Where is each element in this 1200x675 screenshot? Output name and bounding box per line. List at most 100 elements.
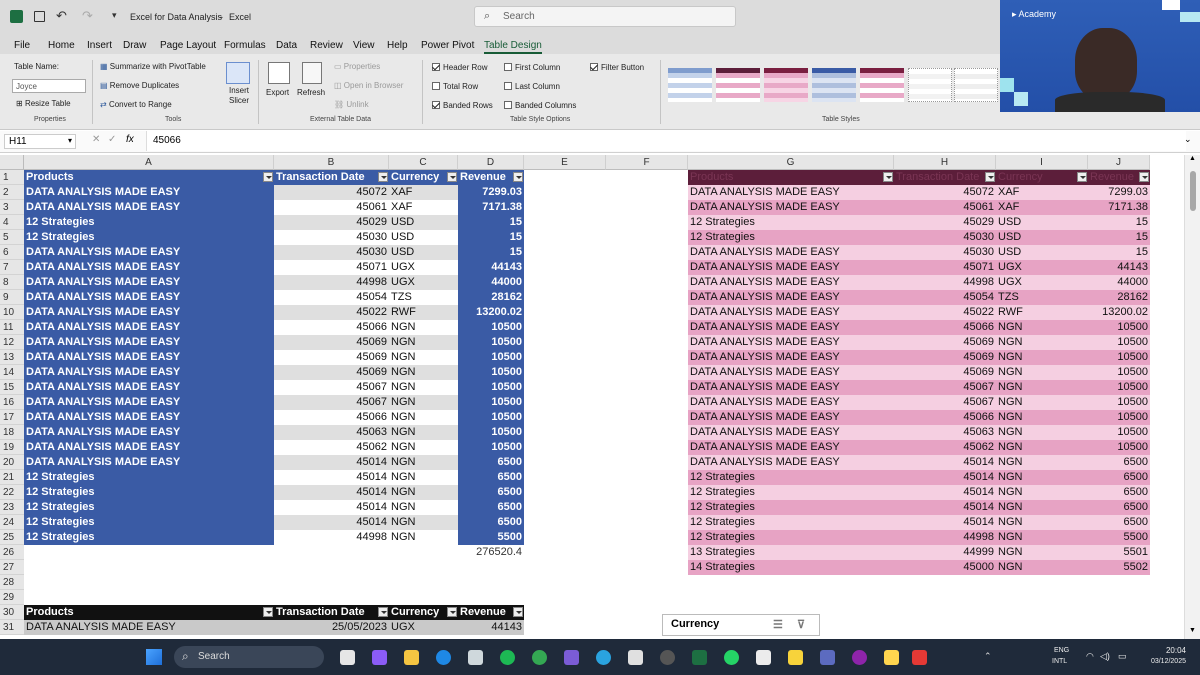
table2-cell[interactable]: DATA ANALYSIS MADE EASY: [688, 425, 894, 440]
table2-cell[interactable]: UGX: [996, 275, 1088, 290]
table2-cell[interactable]: NGN: [996, 335, 1088, 350]
table1-cell[interactable]: NGN: [389, 335, 458, 350]
table2-cell[interactable]: NGN: [996, 425, 1088, 440]
table1-cell[interactable]: 12 Strategies: [24, 530, 274, 545]
table2-cell[interactable]: 45030: [894, 230, 996, 245]
table2-cell[interactable]: 12 Strategies: [688, 500, 894, 515]
filter-dropdown-icon[interactable]: [263, 172, 273, 182]
select-all-corner[interactable]: [0, 155, 24, 170]
table2-cell[interactable]: 6500: [1088, 500, 1150, 515]
filter-dropdown-icon[interactable]: [378, 607, 388, 617]
row-header[interactable]: 20: [0, 455, 24, 470]
windows-start-icon[interactable]: [146, 649, 162, 665]
table-name-input[interactable]: Joyce: [12, 79, 86, 93]
recorder-icon[interactable]: [912, 650, 927, 665]
table1-cell[interactable]: NGN: [389, 530, 458, 545]
table1-cell[interactable]: 12 Strategies: [24, 485, 274, 500]
table1-cell[interactable]: 6500: [458, 485, 524, 500]
scroll-down-icon[interactable]: ▼: [1189, 627, 1196, 634]
table2-header-cell[interactable]: Transaction Date: [894, 170, 996, 185]
clear-filter-icon[interactable]: ⊽: [797, 618, 805, 631]
table3-header-cell[interactable]: Transaction Date: [274, 605, 389, 620]
table1-header-cell[interactable]: Products: [24, 170, 274, 185]
table1-cell[interactable]: 45066: [274, 410, 389, 425]
vertical-scrollbar[interactable]: ▲ ▼: [1184, 155, 1200, 639]
table1-cell[interactable]: DATA ANALYSIS MADE EASY: [24, 380, 274, 395]
convert-to-range-button[interactable]: ⇄ Convert to Range: [100, 100, 172, 109]
table2-cell[interactable]: NGN: [996, 470, 1088, 485]
table1-cell[interactable]: 15: [458, 215, 524, 230]
table1-cell[interactable]: 5500: [458, 530, 524, 545]
row-header[interactable]: 12: [0, 335, 24, 350]
column-header[interactable]: F: [606, 155, 688, 170]
menu-insert[interactable]: Insert: [87, 40, 112, 51]
store-icon[interactable]: [468, 650, 483, 665]
table1-cell[interactable]: 10500: [458, 350, 524, 365]
table1-cell[interactable]: DATA ANALYSIS MADE EASY: [24, 185, 274, 200]
table2-cell[interactable]: DATA ANALYSIS MADE EASY: [688, 320, 894, 335]
table2-cell[interactable]: RWF: [996, 305, 1088, 320]
table2-cell[interactable]: 45014: [894, 470, 996, 485]
table2-cell[interactable]: 10500: [1088, 380, 1150, 395]
volume-icon[interactable]: ◁): [1100, 651, 1110, 662]
search-box[interactable]: ⌕ Search: [474, 6, 736, 27]
table1-cell[interactable]: NGN: [389, 320, 458, 335]
row-header[interactable]: 13: [0, 350, 24, 365]
table1-cell[interactable]: NGN: [389, 350, 458, 365]
language-intl[interactable]: INTL: [1052, 658, 1067, 665]
table2-cell[interactable]: 44000: [1088, 275, 1150, 290]
table3-cell[interactable]: UGX: [389, 620, 458, 635]
table1-cell[interactable]: 44998: [274, 530, 389, 545]
menu-table-design[interactable]: Table Design: [484, 40, 542, 54]
table1-cell[interactable]: 6500: [458, 515, 524, 530]
row-header[interactable]: 29: [0, 590, 24, 605]
table1-cell[interactable]: NGN: [389, 455, 458, 470]
table3-header-cell[interactable]: Revenue: [458, 605, 524, 620]
app-icon[interactable]: [564, 650, 579, 665]
table1-cell[interactable]: 12 Strategies: [24, 215, 274, 230]
menu-review[interactable]: Review: [310, 40, 343, 51]
table2-cell[interactable]: USD: [996, 215, 1088, 230]
row-header[interactable]: 25: [0, 530, 24, 545]
menu-formulas[interactable]: Formulas: [224, 40, 266, 51]
table1-cell[interactable]: DATA ANALYSIS MADE EASY: [24, 455, 274, 470]
table1-cell[interactable]: 7171.38: [458, 200, 524, 215]
menu-page-layout[interactable]: Page Layout: [160, 40, 216, 51]
table1-cell[interactable]: 10500: [458, 320, 524, 335]
table2-cell[interactable]: 10500: [1088, 320, 1150, 335]
scroll-thumb[interactable]: [1190, 171, 1196, 211]
table2-cell[interactable]: 14 Strategies: [688, 560, 894, 575]
table2-cell[interactable]: 10500: [1088, 335, 1150, 350]
filter-dropdown-icon[interactable]: [447, 172, 457, 182]
table1-cell[interactable]: XAF: [389, 185, 458, 200]
table2-cell[interactable]: DATA ANALYSIS MADE EASY: [688, 440, 894, 455]
snipping-tool-icon[interactable]: [628, 650, 643, 665]
table2-cell[interactable]: TZS: [996, 290, 1088, 305]
table1-cell[interactable]: 45062: [274, 440, 389, 455]
table1-cell[interactable]: USD: [389, 215, 458, 230]
power-bi-icon[interactable]: [884, 650, 899, 665]
table2-cell[interactable]: 12 Strategies: [688, 215, 894, 230]
obs-icon[interactable]: [660, 650, 675, 665]
table-style-plain[interactable]: [908, 68, 952, 102]
table1-cell[interactable]: DATA ANALYSIS MADE EASY: [24, 425, 274, 440]
table1-cell[interactable]: DATA ANALYSIS MADE EASY: [24, 335, 274, 350]
table1-cell[interactable]: DATA ANALYSIS MADE EASY: [24, 395, 274, 410]
row-header[interactable]: 17: [0, 410, 24, 425]
table1-cell[interactable]: DATA ANALYSIS MADE EASY: [24, 350, 274, 365]
table1-cell[interactable]: NGN: [389, 440, 458, 455]
table1-cell[interactable]: 45014: [274, 470, 389, 485]
table2-cell[interactable]: 45069: [894, 365, 996, 380]
table2-cell[interactable]: DATA ANALYSIS MADE EASY: [688, 200, 894, 215]
table1-cell[interactable]: DATA ANALYSIS MADE EASY: [24, 440, 274, 455]
table2-cell[interactable]: NGN: [996, 560, 1088, 575]
table2-cell[interactable]: DATA ANALYSIS MADE EASY: [688, 305, 894, 320]
capcut-icon[interactable]: [756, 650, 771, 665]
table2-header-cell[interactable]: Revenue: [1088, 170, 1150, 185]
table1-cell[interactable]: 45072: [274, 185, 389, 200]
table1-cell[interactable]: 45054: [274, 290, 389, 305]
row-header[interactable]: 1: [0, 170, 24, 185]
table1-cell[interactable]: 6500: [458, 500, 524, 515]
table1-cell[interactable]: 10500: [458, 410, 524, 425]
undo-icon[interactable]: ↶: [56, 8, 67, 24]
